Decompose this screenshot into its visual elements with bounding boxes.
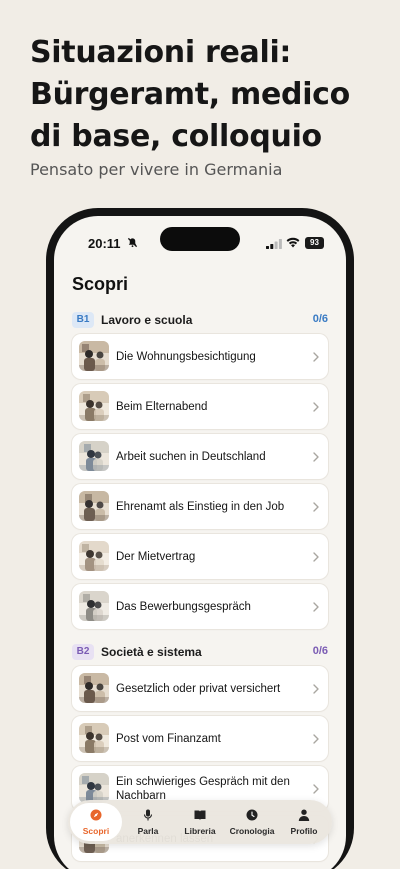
scenario-thumbnail [79,491,109,521]
scenario-card[interactable]: Der Mietvertrag [72,534,328,579]
scenario-thumbnail [79,341,109,371]
scenario-card[interactable]: Arbeit suchen in Deutschland [72,434,328,479]
headline-line-3: di base, colloquio [30,119,322,154]
cellular-signal-icon [266,239,282,249]
scenario-card[interactable]: Post vom Finanzamt [72,716,328,761]
promo-headline: Situazioni reali: Bürgeramt, medico di b… [30,32,380,158]
status-bar: 20:11 93 [54,216,346,260]
scenario-thumbnail [79,441,109,471]
tab-label: Scopri [82,826,110,836]
tab-libreria[interactable]: Libreria [174,803,226,841]
tab-cronologia[interactable]: Cronologia [226,803,278,841]
headline-line-2: Bürgeramt, medico [30,77,350,112]
scenario-title: Ehrenamt als Einstieg in den Job [116,500,285,513]
scenario-title: Beim Elternabend [116,400,208,413]
section-title: Lavoro e scuola [101,313,193,327]
wifi-icon [286,237,300,248]
chevron-right-icon [312,550,320,562]
scenario-title: Gesetzlich oder privat versichert [116,682,281,695]
scenario-thumbnail [79,391,109,421]
chevron-right-icon [312,682,320,694]
scenario-thumbnail [79,673,109,703]
tab-label: Parla [137,826,159,836]
tab-label: Libreria [184,826,216,836]
dynamic-island [160,227,240,251]
tab-label: Cronologia [229,826,275,836]
chevron-right-icon [312,782,320,794]
tab-profilo[interactable]: Profilo [278,803,330,841]
chevron-right-icon [312,400,320,412]
section-header-b1: B1 Lavoro e scuola 0/6 [72,312,328,330]
section-progress: 0/6 [312,313,328,325]
promo-subheadline: Pensato per vivere in Germania [30,160,283,179]
scenario-thumbnail [79,723,109,753]
scenario-title: Der Mietvertrag [116,550,196,563]
scenario-thumbnail [79,591,109,621]
section-progress: 0/6 [312,645,328,657]
section-header-b2: B2 Società e sistema 0/6 [72,644,328,662]
scenario-card[interactable]: Ehrenamt als Einstieg in den Job [72,484,328,529]
tab-bar: Scopri Parla Libreria Cronologia Profilo [68,800,332,844]
scenario-title: Post vom Finanzamt [116,732,221,745]
page-title: Scopri [72,274,129,294]
scenario-card[interactable]: Das Bewerbungsgespräch [72,584,328,629]
chevron-right-icon [312,450,320,462]
level-badge: B2 [72,644,94,660]
scenario-title: Das Bewerbungsgespräch [116,600,251,613]
status-time: 20:11 [88,236,121,251]
scenario-card[interactable]: Die Wohnungsbesichtigung [72,334,328,379]
chevron-right-icon [312,600,320,612]
scenario-title: Arbeit suchen in Deutschland [116,450,266,463]
scenario-title: Die Wohnungsbesichtigung [116,350,256,363]
battery-indicator: 93 [305,237,324,249]
scenario-thumbnail [79,773,109,803]
scenario-card[interactable]: Gesetzlich oder privat versichert [72,666,328,711]
scenario-card[interactable]: Beim Elternabend [72,384,328,429]
level-badge: B1 [72,312,94,328]
phone-frame: 20:11 93 Scopri B1 Lavoro e scuola 0/6 Die [46,208,354,869]
tab-scopri[interactable]: Scopri [70,803,122,841]
chevron-right-icon [312,500,320,512]
chevron-right-icon [312,350,320,362]
tab-label: Profilo [290,826,318,836]
bell-slash-icon [127,237,138,248]
section-title: Società e sistema [101,645,202,659]
phone-screen: 20:11 93 Scopri B1 Lavoro e scuola 0/6 Die [54,216,346,869]
headline-line-1: Situazioni reali: [30,35,292,70]
chevron-right-icon [312,732,320,744]
scenario-thumbnail [79,541,109,571]
tab-parla[interactable]: Parla [122,803,174,841]
